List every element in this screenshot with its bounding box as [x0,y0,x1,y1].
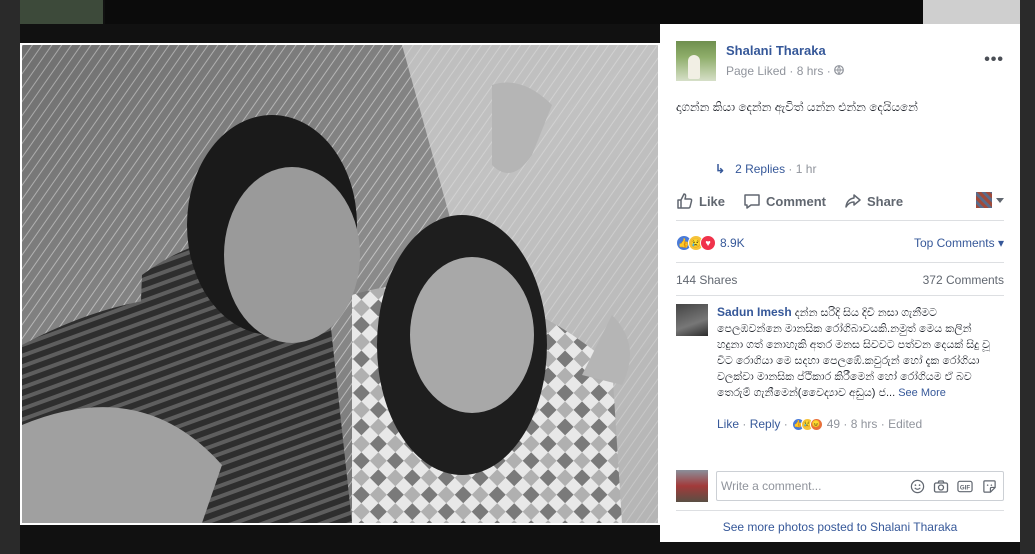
top-comments-label: Top Comments [913,236,995,250]
divider [676,220,1004,221]
shares-count[interactable]: 144 Shares [676,273,737,287]
chevron-down-icon [996,197,1004,203]
viewer-avatar [976,192,992,208]
replies-time: 1 hr [795,162,817,176]
share-label: Share [866,193,904,209]
photo-frame [20,43,660,525]
sticker-icon[interactable] [981,478,997,494]
background-page-fragment [105,0,923,24]
see-more-photos-link[interactable]: See more photos posted to Shalani Tharak… [660,520,1020,534]
love-reaction-icon: ♥ [700,235,716,251]
comment-like-link[interactable]: Like [717,417,739,431]
view-replies-link[interactable]: ↳ 2 Replies · 1 hr [715,162,816,176]
emoji-icon[interactable] [909,478,925,494]
globe-icon[interactable] [834,64,845,78]
divider [676,262,1004,263]
like-button[interactable]: Like [676,192,725,210]
selfie-photo[interactable] [22,45,658,523]
replies-label: 2 Replies [735,162,786,176]
post-text: දාගන්න කියා දෙන්න ඇවිත් යන්න එන්න දෙයියන… [676,100,918,114]
post-time[interactable]: 8 hrs [797,64,824,78]
camera-icon[interactable] [933,478,949,494]
comments-count[interactable]: 372 Comments [923,273,1004,287]
see-more-link[interactable]: See More [898,387,946,399]
composer-icons: GIF [909,478,1003,494]
comment-input-box: GIF [716,471,1004,501]
more-options-icon[interactable]: ••• [984,51,1004,69]
like-label: Like [699,193,726,209]
comment-input[interactable] [721,479,909,493]
background-page-fragment [0,0,20,554]
comment-text: දන්න සරිදි සිය දිවි නසා ගැනීමට පෙලඹවන්නෙ… [717,307,990,399]
commenter-avatar[interactable] [676,304,708,336]
divider [676,510,1004,511]
comment-composer: GIF [676,470,1004,502]
comment-author[interactable]: Sadun Imesh [717,305,792,319]
post-meta: Page Liked · 8 hrs · [726,64,845,78]
comment-bubble-icon [744,194,760,209]
comment-body: Sadun Imesh දන්න සරිදි සිය දිවි නසා ගැනී… [717,304,1000,401]
comment-reactions[interactable]: 👍 😢 😠 [791,417,823,431]
photo-image [22,45,658,523]
reply-arrow-icon: ↳ [715,162,726,176]
background-page-fragment [1020,0,1035,554]
comment-meta: Like · Reply · 👍 😢 😠 49 · 8 hrs · Edited [717,417,923,431]
page-avatar[interactable] [676,41,716,81]
page-liked-status: Page Liked [726,64,787,78]
post-side-panel: Shalani Tharaka Page Liked · 8 hrs · •••… [660,24,1020,542]
current-user-avatar [676,470,708,502]
comment-time[interactable]: 8 hrs [851,417,878,431]
poster-name[interactable]: Shalani Tharaka [726,43,826,58]
comment-reaction-count[interactable]: 49 [827,417,840,431]
angry-reaction-icon: 😠 [809,417,823,431]
post-header: Shalani Tharaka Page Liked · 8 hrs · ••• [676,41,1004,81]
comment-label: Comment [766,193,826,209]
top-comments-dropdown[interactable]: Top Comments ▾ [914,236,1004,250]
share-button[interactable]: Share [844,192,903,210]
reactions-summary[interactable]: 👍 😢 ♥ 8.9K Top Comments ▾ [676,233,1004,253]
post-action-bar: Like Comment Share [676,190,1004,212]
svg-text:GIF: GIF [960,484,970,491]
comment-reply-link[interactable]: Reply [750,417,781,431]
gif-icon[interactable]: GIF [957,478,973,494]
edited-label[interactable]: Edited [888,417,922,431]
share-arrow-icon [845,194,861,208]
reaction-count[interactable]: 8.9K [720,236,745,250]
background-page-fragment [923,0,1035,24]
divider [676,295,1004,296]
viewer-selector[interactable] [976,192,1004,208]
comment-button[interactable]: Comment [743,192,826,210]
thumbs-up-icon [677,193,693,209]
